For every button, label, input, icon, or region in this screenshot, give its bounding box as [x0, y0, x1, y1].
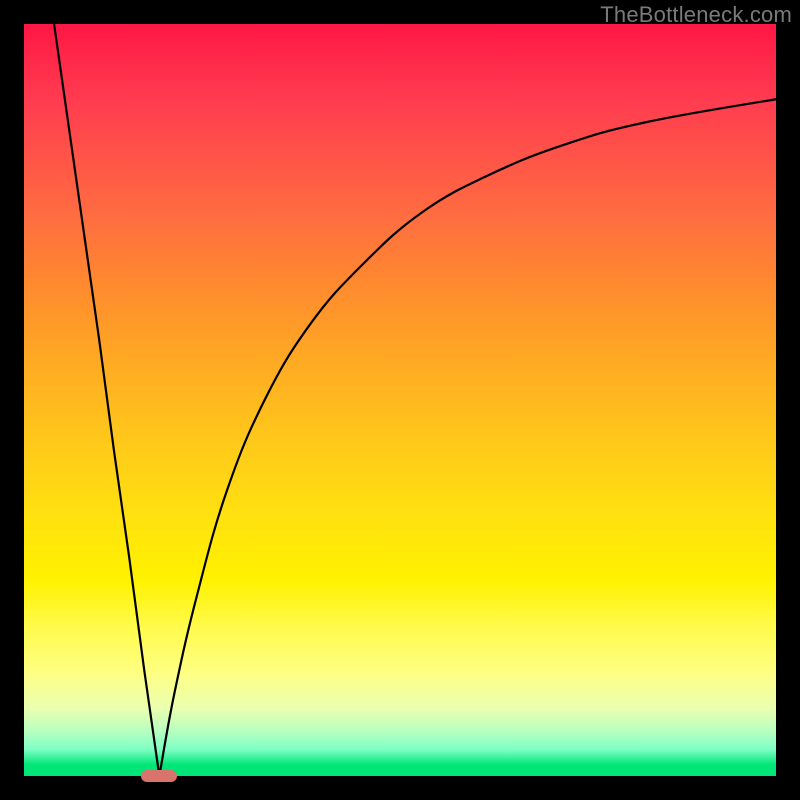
bottleneck-curve — [24, 24, 776, 776]
right-branch-line — [159, 99, 776, 776]
chart-plot-area — [24, 24, 776, 776]
optimal-point-marker — [141, 770, 177, 782]
left-branch-line — [54, 24, 159, 776]
watermark-text: TheBottleneck.com — [600, 2, 792, 28]
